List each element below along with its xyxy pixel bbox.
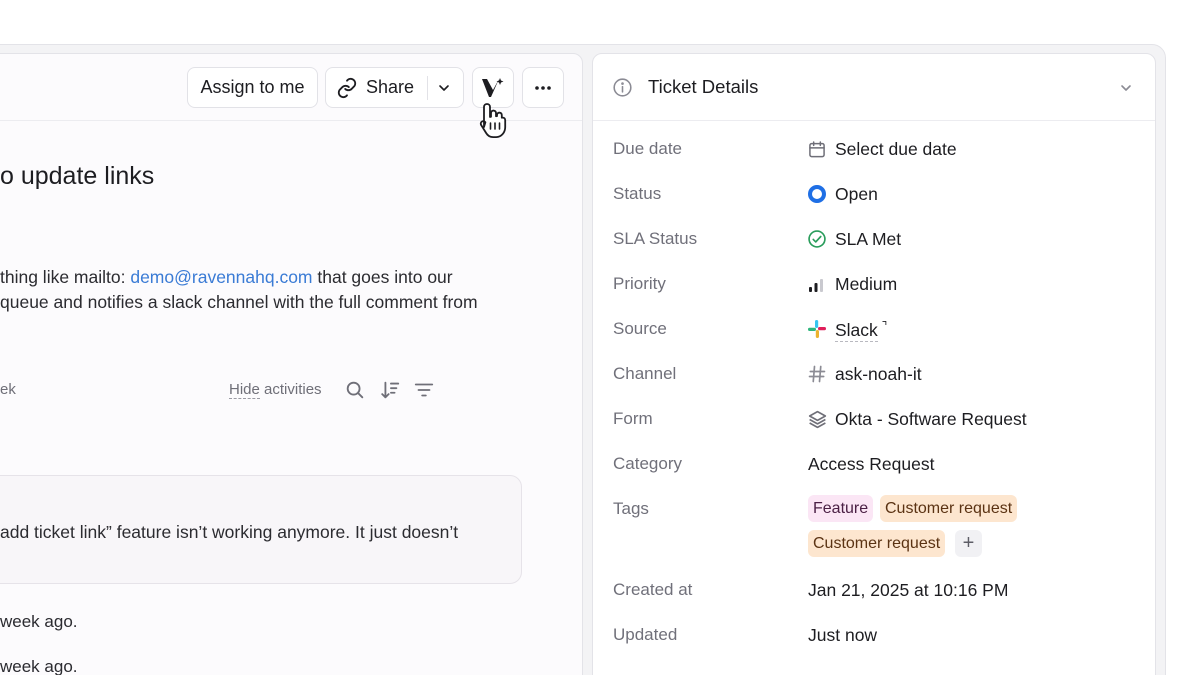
status-value[interactable]: Open	[835, 184, 878, 205]
priority-value[interactable]: Medium	[835, 274, 897, 295]
channel-label: Channel	[613, 364, 677, 383]
calendar-icon	[807, 139, 827, 165]
sla-status-label: SLA Status	[613, 229, 698, 248]
ticket-title: o update links	[0, 162, 155, 190]
source-slack-link[interactable]: Slack	[835, 320, 878, 342]
ticket-details-title: Ticket Details	[648, 76, 759, 97]
share-button[interactable]: Share	[325, 67, 464, 108]
ellipsis-icon	[534, 85, 552, 91]
category-label: Category	[613, 454, 682, 473]
more-options-button[interactable]	[522, 67, 564, 108]
activity-left-label: ek	[0, 381, 16, 398]
ai-sparkle-logo-icon	[480, 76, 506, 100]
tag-customer-request[interactable]: Customer request	[808, 530, 946, 557]
channel-value[interactable]: ask-noah-it	[835, 364, 922, 385]
form-value[interactable]: Okta - Software Request	[835, 409, 1027, 430]
hide-activities-toggle[interactable]: Hide activities	[229, 381, 322, 399]
status-label: Status	[613, 184, 662, 203]
form-label: Form	[613, 409, 653, 428]
details-header-divider	[593, 120, 1155, 121]
info-icon	[612, 77, 633, 103]
priority-bars-icon	[807, 276, 825, 299]
hash-icon	[807, 364, 827, 389]
sla-status-value: SLA Met	[835, 229, 902, 249]
activity-log-entry: week ago.	[0, 612, 78, 631]
updated-label: Updated	[613, 625, 678, 644]
activities-word: activities	[259, 381, 322, 398]
source-label: Source	[613, 319, 667, 338]
comment-text: add ticket link” feature isn’t working a…	[0, 522, 459, 542]
link-icon	[336, 77, 358, 99]
due-date-value[interactable]: Select due date	[835, 139, 957, 160]
category-value[interactable]: Access Request	[808, 454, 934, 475]
layers-icon	[807, 409, 828, 435]
check-circle-icon	[807, 229, 827, 254]
slack-logo-icon	[807, 319, 827, 344]
external-link-icon: ⌝	[881, 319, 888, 333]
tags-label: Tags	[613, 499, 649, 518]
hide-word: Hide	[229, 381, 260, 399]
share-split-divider	[427, 76, 428, 100]
add-tag-button[interactable]: +	[955, 530, 982, 557]
source-value[interactable]: Slack ⌝	[835, 319, 888, 342]
created-at-label: Created at	[613, 580, 693, 599]
tag-feature[interactable]: Feature	[808, 495, 874, 522]
email-link[interactable]: demo@ravennahq.com	[130, 267, 312, 287]
search-activities-icon[interactable]	[344, 379, 366, 406]
updated-value: Just now	[808, 625, 878, 645]
collapse-chevron-icon[interactable]	[1118, 80, 1134, 101]
due-date-label: Due date	[613, 139, 682, 158]
filter-icon[interactable]	[413, 379, 435, 406]
tag-customer-request[interactable]: Customer request	[880, 495, 1018, 522]
activity-log-entry: week ago.	[0, 657, 78, 675]
share-dropdown-chevron-icon[interactable]	[436, 80, 452, 96]
share-label: Share	[366, 77, 415, 97]
status-open-icon	[807, 184, 827, 209]
priority-label: Priority	[613, 274, 666, 293]
assign-to-me-button[interactable]: Assign to me	[187, 67, 318, 108]
ticket-description: thing like mailto: demo@ravennahq.com th…	[0, 265, 478, 315]
sort-icon[interactable]	[379, 379, 401, 406]
description-line-1: thing like mailto: demo@ravennahq.com th…	[0, 267, 453, 287]
assign-to-me-label: Assign to me	[200, 77, 305, 97]
description-line-2: queue and notifies a slack channel with …	[0, 292, 478, 312]
created-at-value: Jan 21, 2025 at 10:16 PM	[808, 580, 1009, 600]
pointer-hand-cursor-icon	[478, 101, 512, 146]
